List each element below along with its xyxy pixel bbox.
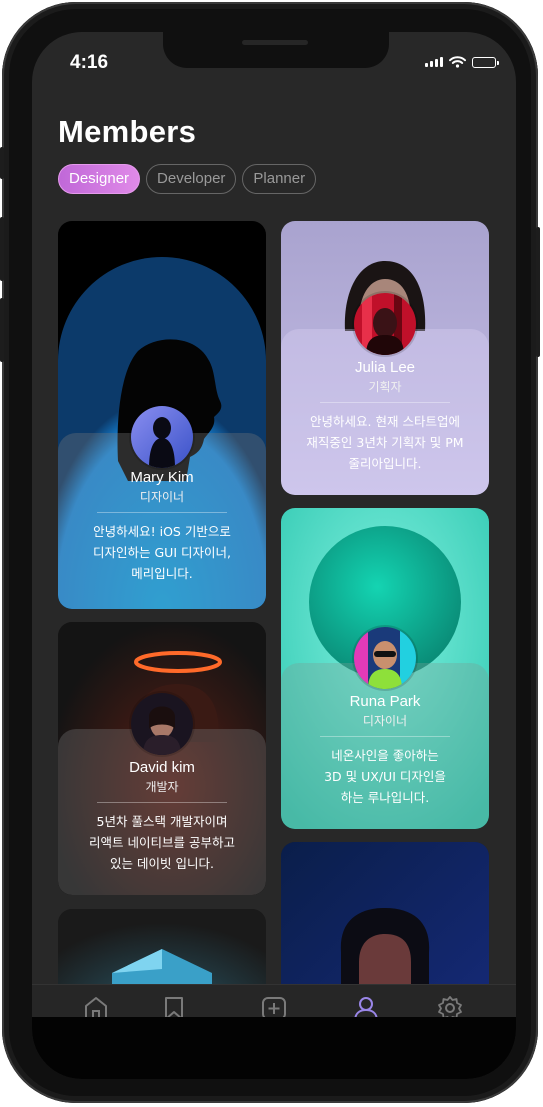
member-name: Mary Kim [130,469,194,486]
member-description: 네온사인을 좋아하는 3D 및 UX/UI 디자인을 하는 루나입니다. [324,748,446,805]
status-indicators [425,56,499,68]
filter-chip-developer[interactable]: Developer [146,164,237,194]
divider [97,802,227,803]
member-avatar [131,406,193,468]
battery-icon [472,56,499,68]
tab-bar [32,984,516,1021]
member-description: 안녕하세요. 현재 스타트업에 재직중인 3년차 기획자 및 PM 줄리아입니다. [306,414,464,471]
mute-switch [0,147,4,179]
member-card-david-kim[interactable]: David kim 개발자 5년차 풀스택 개발자이며 리액트 네이티브를 공부하… [58,622,266,895]
volume-down-button [0,298,4,362]
page-title: Members [58,114,197,149]
member-role: 개발자 [145,780,179,794]
member-avatar [354,293,416,355]
filter-chip-designer[interactable]: Designer [58,164,141,194]
power-button [536,227,540,357]
speaker [242,40,308,45]
volume-up-button [0,217,4,281]
member-role: 디자이너 [139,490,185,504]
member-avatar [354,627,416,689]
member-description: 안녕하세요! iOS 기반으로 디자인하는 GUI 디자이너, 메리입니다. [93,524,231,581]
app-screen: 4:16 Members Designer Developer Planner [32,32,516,1079]
divider [320,736,450,737]
divider [320,402,450,403]
member-name: Julia Lee [354,359,416,376]
member-avatar [131,693,193,755]
member-name: David kim [129,759,195,776]
phone-frame: 4:16 Members Designer Developer Planner [0,2,540,1103]
home-indicator-area [32,1017,516,1079]
member-description: 5년차 풀스택 개발자이며 리액트 네이티브를 공부하고 있는 데이빗 입니다. [89,814,235,871]
divider [97,512,227,513]
notch [163,32,389,68]
member-name: Runa Park [349,693,421,710]
signal-icon [425,57,443,67]
filter-chips: Designer Developer Planner [58,164,317,194]
member-card-runa-park[interactable]: Runa Park 디자이너 네온사인을 좋아하는 3D 및 UX/UI 디자인을… [281,508,489,829]
wifi-icon [449,56,466,68]
member-card-julia-lee[interactable]: Julia Lee 기획자 안녕하세요. 현재 스타트업에 재직중인 3년차 기획… [281,221,489,495]
filter-chip-planner[interactable]: Planner [242,164,317,194]
member-role: 기획자 [368,380,402,394]
member-card-mary-kim[interactable]: Mary Kim 디자이너 안녕하세요! iOS 기반으로 디자인하는 GUI 디… [58,221,266,609]
member-role: 디자이너 [362,714,408,728]
status-time: 4:16 [70,52,109,73]
